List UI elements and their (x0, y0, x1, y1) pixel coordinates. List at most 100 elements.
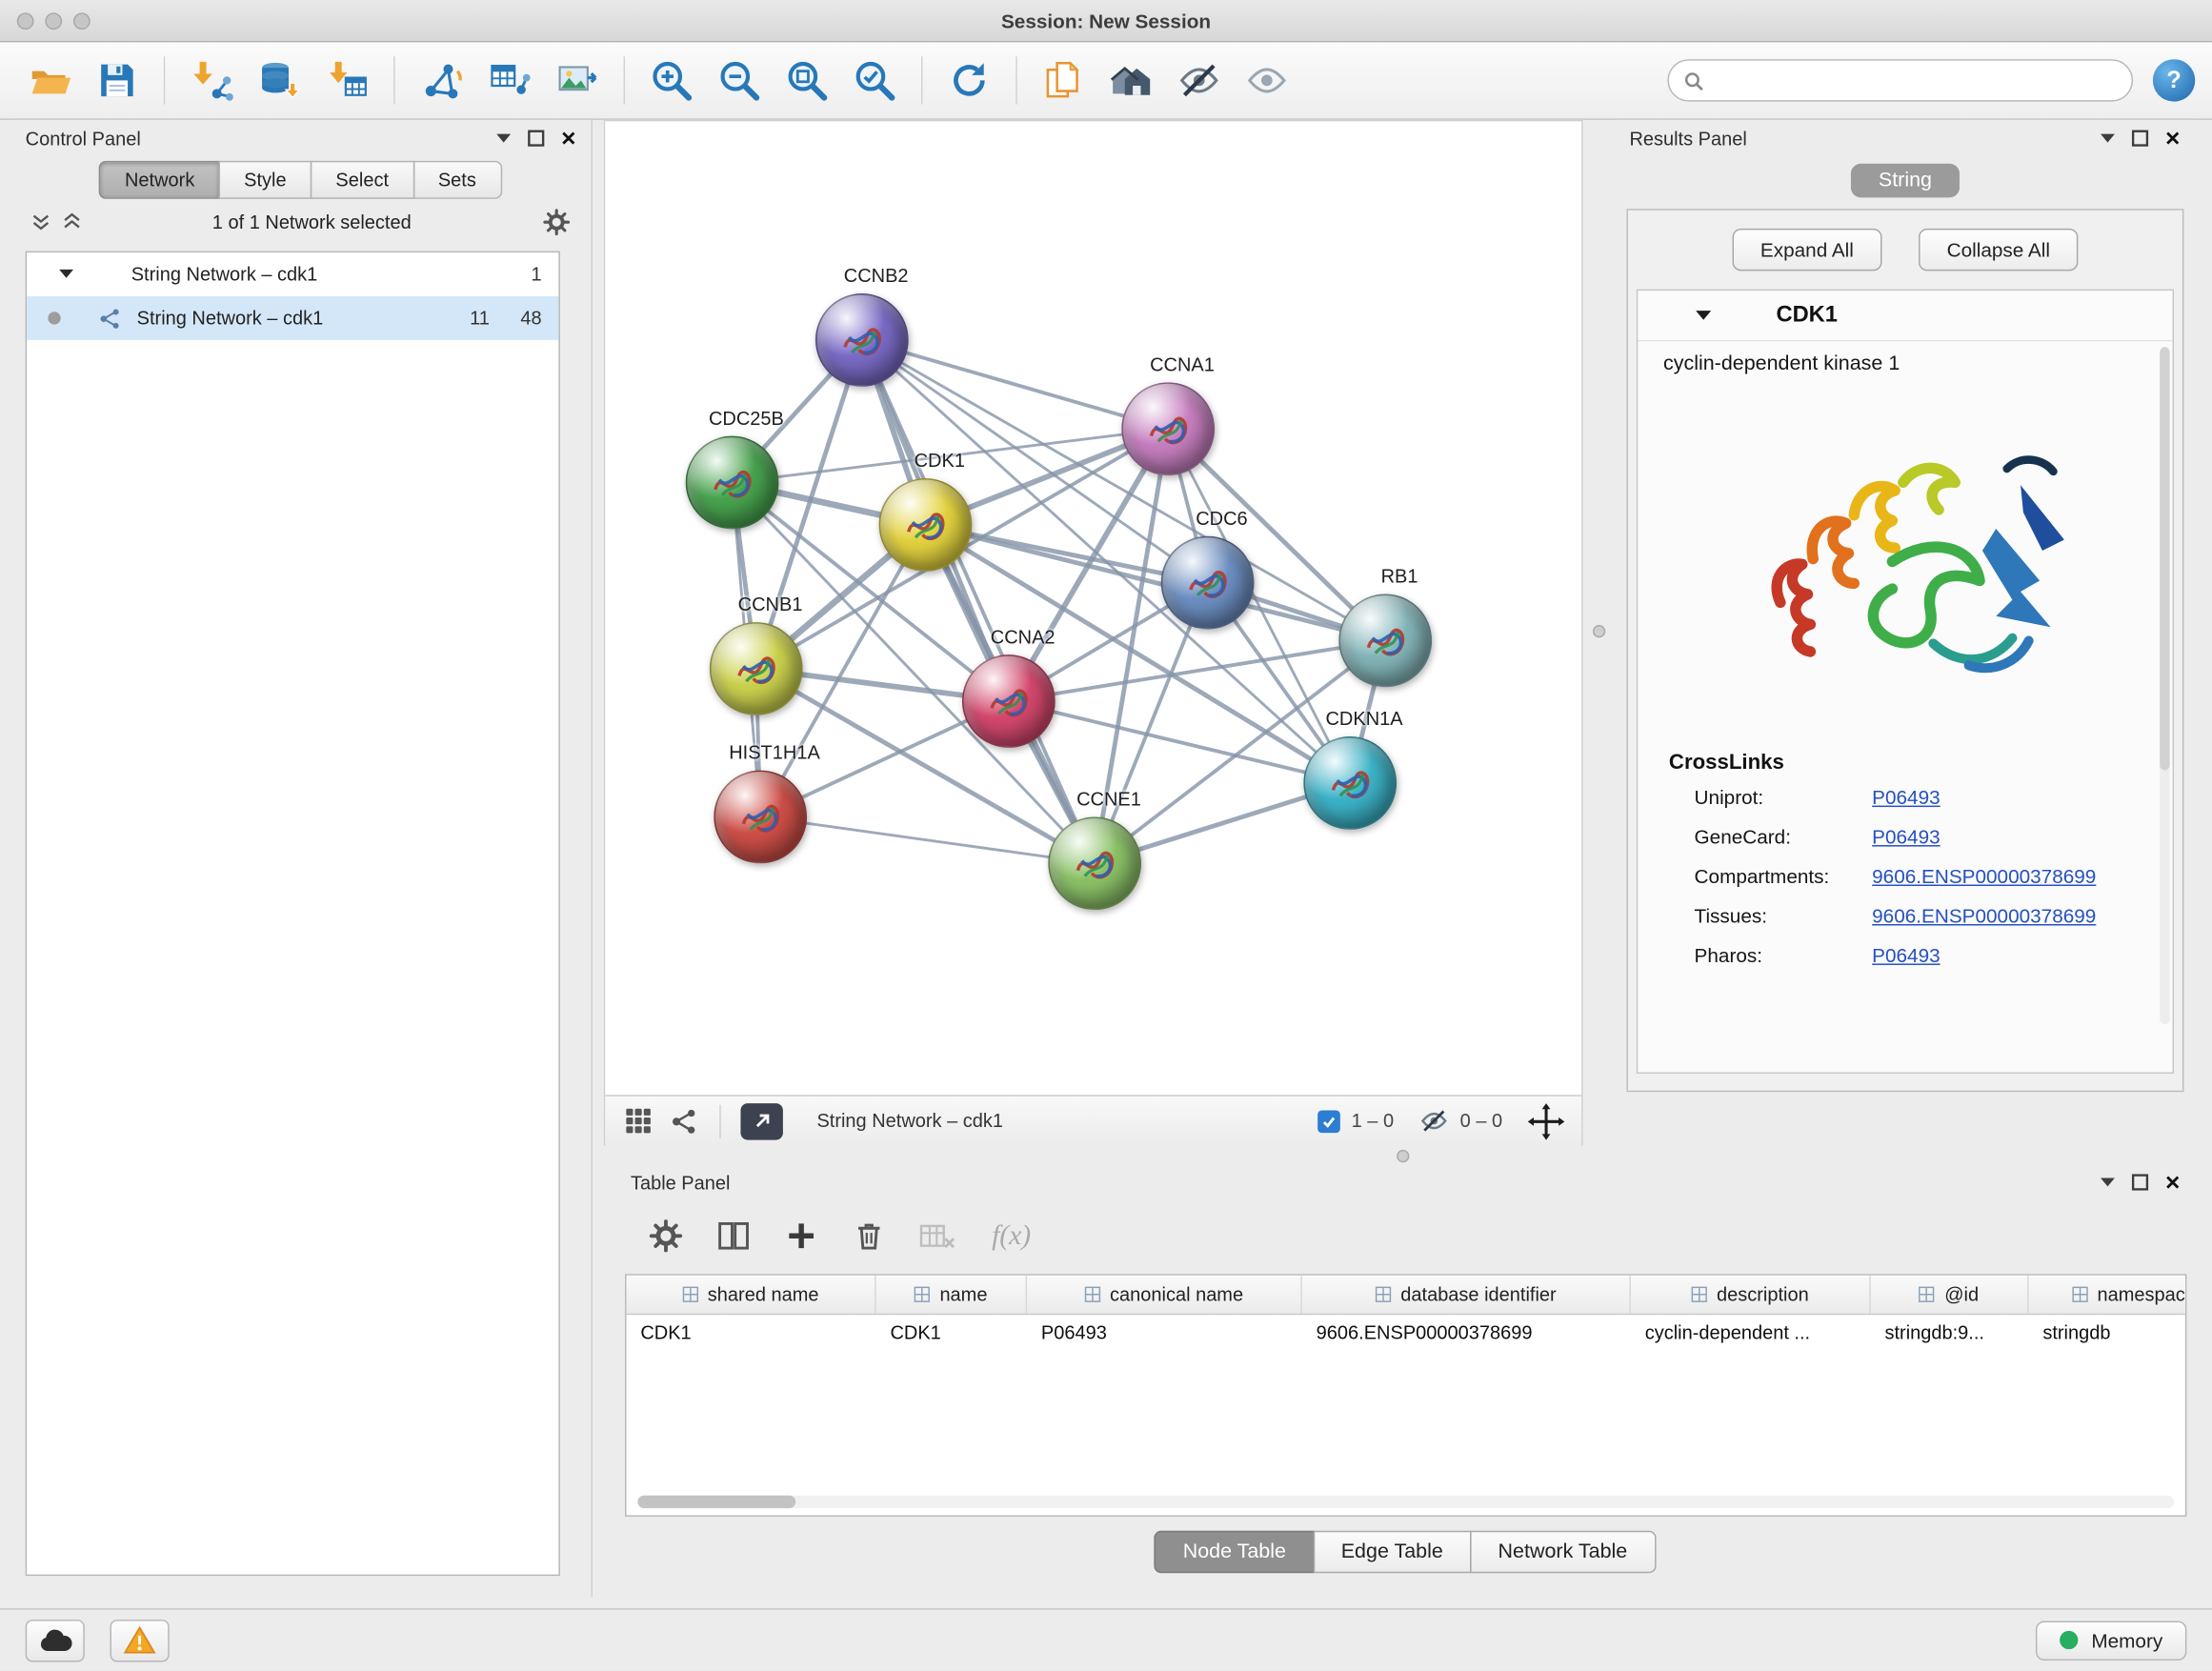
network-node-CCNE1[interactable] (1048, 816, 1141, 910)
network-node-CCNA1[interactable] (1121, 382, 1215, 475)
zoom-selected-button[interactable] (842, 50, 907, 111)
memory-button[interactable]: Memory (2037, 1621, 2187, 1660)
float-panel-icon[interactable] (2132, 130, 2149, 147)
network-edge[interactable] (862, 340, 1095, 863)
crosslink-link[interactable]: P06493 (1872, 825, 1940, 848)
network-node-CCNA2[interactable] (962, 654, 1056, 748)
apply-layout-button[interactable] (936, 50, 1001, 111)
chevron-down-icon[interactable] (2100, 1176, 2117, 1188)
network-edge[interactable] (925, 525, 1385, 640)
help-button[interactable]: ? (2153, 59, 2195, 101)
column-header-description[interactable]: description (1631, 1276, 1871, 1314)
float-panel-icon[interactable] (528, 130, 545, 147)
network-node-CDKN1A[interactable] (1303, 736, 1397, 830)
network-node-HIST1H1A[interactable] (714, 771, 807, 864)
column-header-canonical-name[interactable]: canonical name (1027, 1276, 1302, 1314)
close-panel-icon[interactable]: ✕ (2164, 129, 2181, 149)
zoom-in-button[interactable] (639, 50, 704, 111)
network-node-CDK1[interactable] (879, 478, 973, 572)
network-node-CCNB1[interactable] (710, 622, 803, 715)
close-window-button[interactable] (17, 12, 34, 30)
tab-network[interactable]: Network (99, 161, 220, 199)
gene-section-header[interactable]: CDK1 (1638, 291, 2172, 341)
splitter-handle[interactable] (1593, 625, 1605, 637)
network-node-RB1[interactable] (1338, 594, 1432, 687)
import-network-database-button[interactable] (247, 50, 312, 111)
vertical-splitter[interactable] (1583, 120, 1616, 1146)
zoom-fit-button[interactable] (774, 50, 839, 111)
column-header-shared-name[interactable]: shared name (627, 1276, 876, 1314)
results-scrollbar[interactable] (2160, 347, 2169, 1024)
show-all-button[interactable] (1235, 50, 1299, 111)
delete-column-icon[interactable] (851, 1218, 888, 1255)
chevron-down-icon[interactable] (495, 131, 513, 144)
open-session-button[interactable] (17, 50, 82, 111)
close-panel-icon[interactable]: ✕ (2164, 1173, 2181, 1193)
crosslink-link[interactable]: 9606.ENSP00000378699 (1872, 865, 2096, 888)
new-network-button[interactable] (409, 50, 473, 111)
hidden-eye-slash-icon[interactable] (1419, 1106, 1449, 1136)
crosslink-link[interactable]: 9606.ENSP00000378699 (1872, 904, 2096, 927)
protein-ribbon-icon (1323, 756, 1379, 813)
tab-sets[interactable]: Sets (412, 161, 501, 199)
pan-crosshair-icon[interactable] (1528, 1102, 1565, 1139)
network-canvas[interactable]: CCNB2CCNA1CDC25BCDK1CDC6RB1CCNB1CCNA2CDK… (605, 121, 1581, 1095)
tab-string[interactable]: String (1850, 164, 1960, 198)
new-network-from-table-button[interactable] (477, 50, 542, 111)
search-input[interactable] (1713, 70, 2118, 92)
close-panel-icon[interactable]: ✕ (560, 129, 576, 149)
expand-all-button[interactable]: Expand All (1732, 229, 1881, 271)
horizontal-splitter[interactable] (604, 1145, 2195, 1163)
chevron-down-icon[interactable] (2100, 131, 2117, 144)
network-edge[interactable] (862, 340, 1168, 429)
expand-all-icon[interactable] (62, 211, 82, 232)
column-header-namespace[interactable]: namespace (2029, 1276, 2187, 1314)
column-header--id[interactable]: @id (1871, 1276, 2029, 1314)
tab-select[interactable]: Select (311, 161, 414, 199)
tree-expand-icon[interactable] (58, 268, 75, 280)
network-node-CDC25B[interactable] (686, 436, 779, 530)
table-hscrollbar[interactable] (637, 1496, 2174, 1508)
tab-edge-table[interactable]: Edge Table (1313, 1531, 1471, 1573)
collapse-all-icon[interactable] (31, 211, 51, 232)
table-row[interactable]: CDK1CDK1P064939606.ENSP00000378699cyclin… (627, 1315, 2185, 1353)
column-header-database-identifier[interactable]: database identifier (1302, 1276, 1631, 1314)
birds-eye-grid-icon[interactable] (622, 1105, 654, 1137)
show-columns-icon[interactable] (715, 1218, 753, 1255)
minimize-window-button[interactable] (45, 12, 62, 30)
export-view-button[interactable] (740, 1102, 782, 1139)
float-panel-icon[interactable] (2132, 1174, 2149, 1191)
save-session-button[interactable] (85, 50, 150, 111)
import-table-file-button[interactable] (314, 50, 379, 111)
cloud-status-button[interactable] (26, 1619, 85, 1661)
network-overview-icon[interactable] (669, 1105, 700, 1137)
crosslink-link[interactable]: P06493 (1872, 786, 1940, 809)
selected-checkbox-icon[interactable] (1317, 1110, 1340, 1133)
add-column-icon[interactable] (783, 1218, 820, 1255)
show-home-button[interactable] (1099, 50, 1164, 111)
section-collapse-icon[interactable] (1695, 309, 1713, 323)
scrollbar-thumb[interactable] (2160, 347, 2169, 770)
network-collection-row[interactable]: String Network – cdk1 1 (27, 252, 558, 296)
network-row-selected[interactable]: String Network – cdk1 11 48 (27, 296, 558, 340)
scrollbar-thumb[interactable] (637, 1496, 795, 1508)
zoom-out-button[interactable] (707, 50, 772, 111)
copy-button[interactable] (1032, 50, 1096, 111)
zoom-window-button[interactable] (73, 12, 90, 30)
tab-node-table[interactable]: Node Table (1155, 1531, 1315, 1573)
crosslink-link[interactable]: P06493 (1872, 944, 1940, 967)
hide-selected-button[interactable] (1167, 50, 1232, 111)
export-image-button[interactable] (545, 50, 610, 111)
splitter-handle[interactable] (1397, 1150, 1409, 1162)
collapse-all-button[interactable]: Collapse All (1919, 229, 2079, 271)
table-gear-icon[interactable] (648, 1218, 685, 1255)
warnings-button[interactable] (111, 1619, 170, 1661)
network-edge[interactable] (760, 816, 1095, 863)
column-header-name[interactable]: name (876, 1276, 1027, 1314)
gear-icon[interactable] (542, 207, 572, 236)
import-network-file-button[interactable] (179, 50, 244, 111)
network-node-CCNB2[interactable] (815, 293, 909, 387)
tab-style[interactable]: Style (218, 161, 312, 199)
tab-network-table[interactable]: Network Table (1470, 1531, 1656, 1573)
network-node-CDC6[interactable] (1161, 536, 1255, 630)
